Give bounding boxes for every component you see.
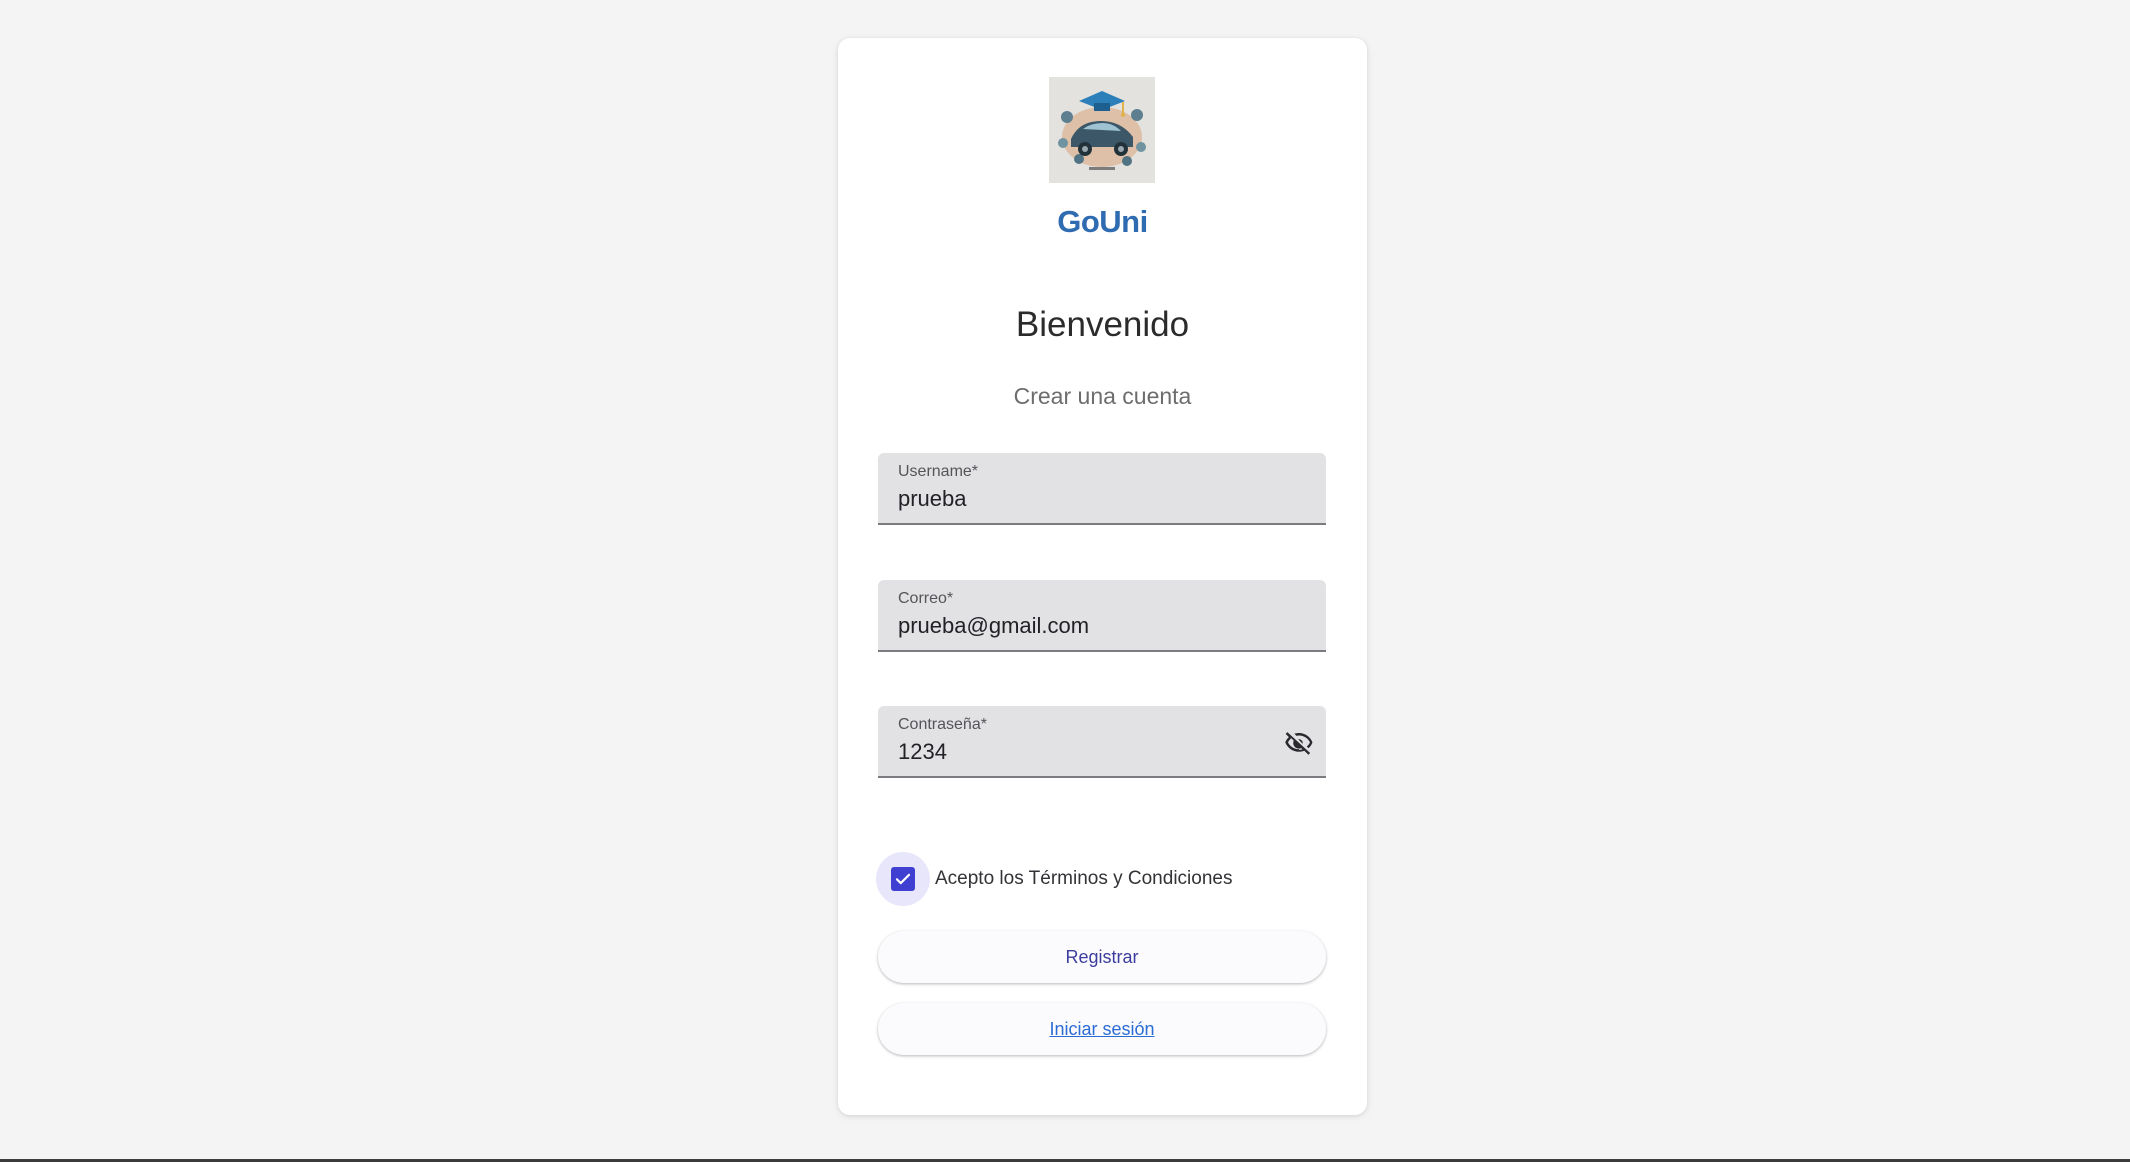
- terms-checkbox[interactable]: [876, 852, 930, 906]
- password-field[interactable]: Contraseña*: [878, 706, 1326, 778]
- login-button[interactable]: Iniciar sesión: [878, 1003, 1326, 1055]
- terms-label: Acepto los Términos y Condiciones: [935, 868, 1233, 889]
- email-input[interactable]: [898, 613, 1278, 639]
- page-subtitle: Crear una cuenta: [1013, 383, 1192, 409]
- email-label: Correo*: [898, 590, 954, 607]
- check-icon: [891, 867, 915, 891]
- graduation-cap-car-logo-icon: [1049, 77, 1155, 183]
- username-field[interactable]: Username*: [878, 453, 1326, 525]
- username-label: Username*: [898, 463, 979, 480]
- page: GoUni Bienvenido Crear una cuenta Userna…: [0, 0, 2130, 1162]
- register-button-label: Registrar: [1065, 946, 1139, 967]
- page-title: Bienvenido: [1015, 305, 1190, 344]
- username-input[interactable]: [898, 486, 1278, 512]
- brand-name: GoUni: [1057, 204, 1148, 239]
- register-button[interactable]: Registrar: [878, 931, 1326, 983]
- register-card: GoUni Bienvenido Crear una cuenta Userna…: [838, 38, 1367, 1115]
- password-input[interactable]: [898, 739, 1278, 765]
- password-label: Contraseña*: [898, 716, 987, 733]
- login-link[interactable]: Iniciar sesión: [1049, 1019, 1154, 1040]
- email-field[interactable]: Correo*: [878, 580, 1326, 652]
- eye-off-icon[interactable]: [1282, 726, 1316, 760]
